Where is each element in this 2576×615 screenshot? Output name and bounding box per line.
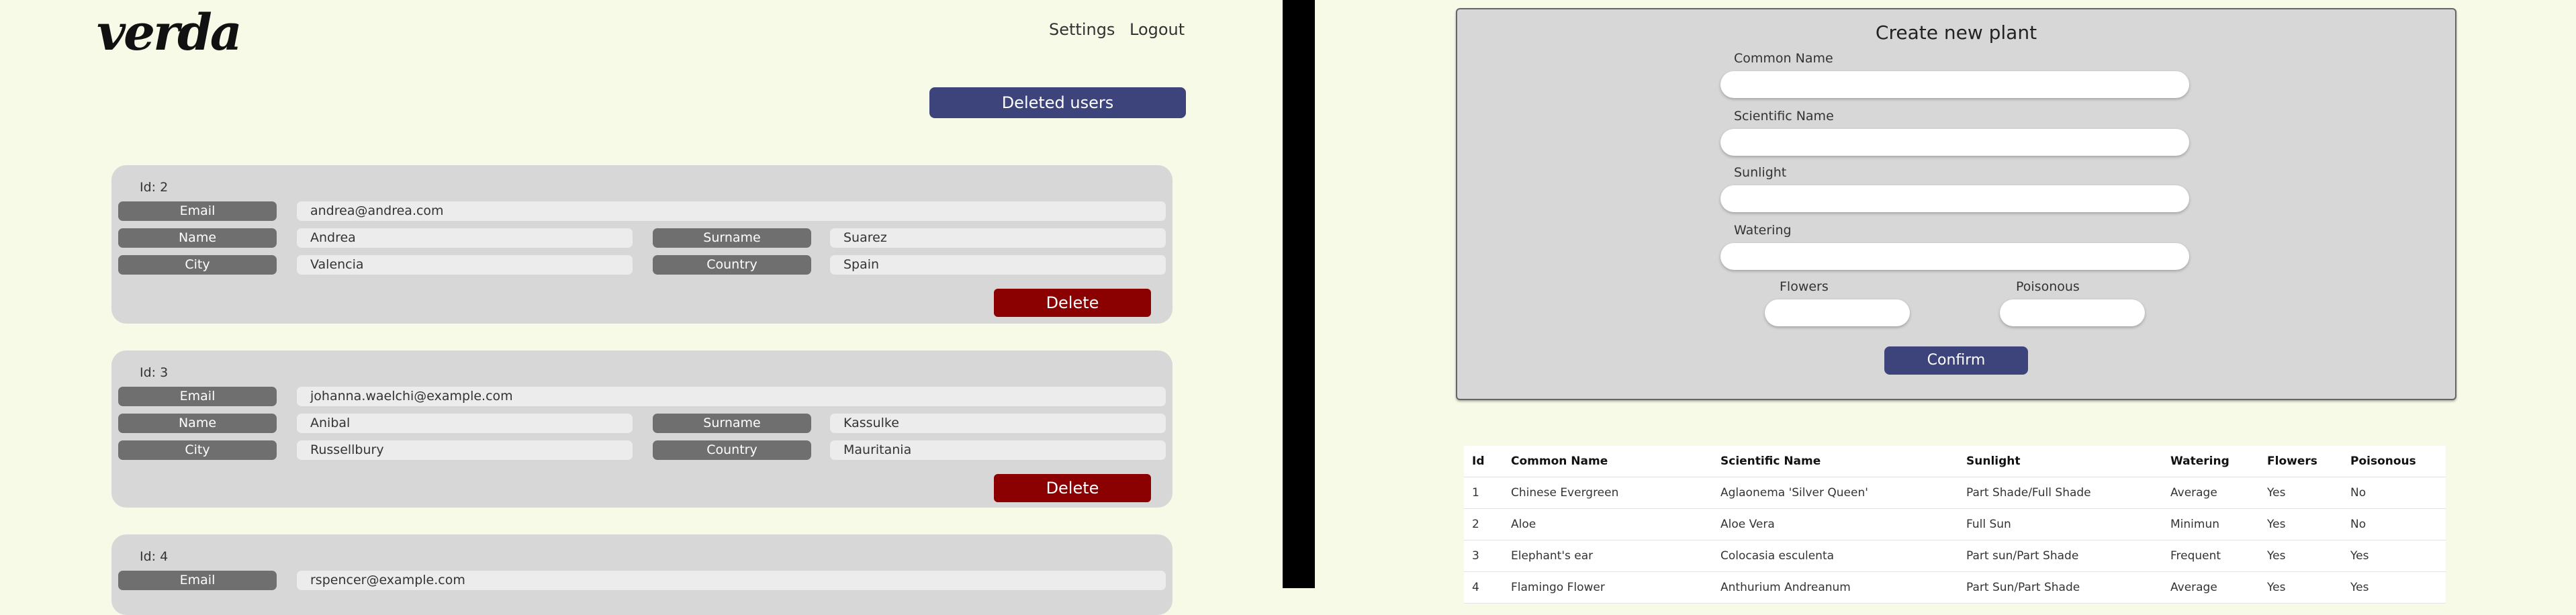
- watering-input[interactable]: [1720, 243, 2189, 270]
- cell-watering: Average: [2170, 486, 2217, 500]
- email-label: Email: [118, 571, 277, 590]
- name-label: Name: [118, 228, 277, 248]
- watering-label: Watering: [1734, 223, 1792, 238]
- logo[interactable]: verda: [97, 8, 242, 58]
- city-label: City: [118, 440, 277, 460]
- email-field[interactable]: andrea@andrea.com: [297, 201, 1166, 221]
- email-label: Email: [118, 201, 277, 221]
- column-header: Scientific Name: [1720, 455, 1821, 468]
- scientific-name-input[interactable]: [1720, 129, 2189, 156]
- scientific-name-label: Scientific Name: [1734, 109, 1834, 124]
- name-field[interactable]: Anibal: [297, 414, 633, 433]
- cell-id: 1: [1472, 486, 1479, 500]
- user-card: Id: 4 Email rspencer@example.com: [111, 534, 1172, 615]
- settings-link[interactable]: Settings: [1049, 20, 1115, 39]
- surname-field[interactable]: Kassulke: [830, 414, 1166, 433]
- sunlight-input[interactable]: [1720, 185, 2189, 212]
- delete-button[interactable]: Delete: [994, 289, 1151, 317]
- flowers-label: Flowers: [1780, 279, 1829, 294]
- cell-id: 3: [1472, 549, 1479, 563]
- cell-common-name: Aloe: [1511, 518, 1536, 531]
- poisonous-label: Poisonous: [2016, 279, 2080, 294]
- plants-panel: Create new plant Common Name Scientific …: [1315, 0, 2576, 604]
- user-id: Id: 3: [140, 365, 169, 380]
- cell-sunlight: Part Sun/Part Shade: [1966, 581, 2080, 594]
- cell-flowers: Yes: [2267, 549, 2286, 563]
- surname-field[interactable]: Suarez: [830, 228, 1166, 248]
- city-field[interactable]: Valencia: [297, 255, 633, 275]
- cell-common-name: Elephant's ear: [1511, 549, 1594, 563]
- users-panel: verda Settings Logout Deleted users Id: …: [0, 0, 1283, 615]
- cell-poisonous: Yes: [2350, 549, 2369, 563]
- city-label: City: [118, 255, 277, 275]
- email-field[interactable]: rspencer@example.com: [297, 571, 1166, 590]
- column-header: Common Name: [1511, 455, 1608, 468]
- name-field[interactable]: Andrea: [297, 228, 633, 248]
- cell-id: 2: [1472, 518, 1479, 531]
- column-header: Flowers: [2267, 455, 2317, 468]
- delete-button[interactable]: Delete: [994, 474, 1151, 502]
- pane-divider: [1283, 0, 1315, 588]
- flowers-input[interactable]: [1765, 299, 1910, 326]
- country-field[interactable]: Spain: [830, 255, 1166, 275]
- table-row[interactable]: 3 Elephant's ear Colocasia esculenta Par…: [1464, 540, 2446, 572]
- cell-scientific-name: Aglaonema 'Silver Queen': [1720, 486, 1868, 500]
- name-label: Name: [118, 414, 277, 433]
- table-header: Id Common Name Scientific Name Sunlight …: [1464, 446, 2446, 477]
- cell-poisonous: Yes: [2350, 581, 2369, 594]
- table-row[interactable]: 2 Aloe Aloe Vera Full Sun Minimun Yes No: [1464, 509, 2446, 540]
- cell-id: 4: [1472, 581, 1479, 594]
- email-label: Email: [118, 387, 277, 406]
- cell-flowers: Yes: [2267, 581, 2286, 594]
- column-header: Sunlight: [1966, 455, 2021, 468]
- cell-poisonous: No: [2350, 518, 2366, 531]
- cell-scientific-name: Aloe Vera: [1720, 518, 1775, 531]
- sunlight-label: Sunlight: [1734, 165, 1787, 180]
- user-id: Id: 4: [140, 549, 169, 564]
- cell-common-name: Flamingo Flower: [1511, 581, 1605, 594]
- cell-scientific-name: Anthurium Andreanum: [1720, 581, 1851, 594]
- form-title: Create new plant: [1875, 21, 2037, 44]
- country-label: Country: [653, 255, 811, 275]
- table-row[interactable]: 1 Chinese Evergreen Aglaonema 'Silver Qu…: [1464, 477, 2446, 509]
- logout-link[interactable]: Logout: [1130, 20, 1185, 39]
- surname-label: Surname: [653, 414, 811, 433]
- plants-table: Id Common Name Scientific Name Sunlight …: [1464, 446, 2446, 604]
- cell-watering: Average: [2170, 581, 2217, 594]
- cell-sunlight: Full Sun: [1966, 518, 2011, 531]
- user-card: Id: 2 Email andrea@andrea.com Name Andre…: [111, 165, 1172, 324]
- common-name-input[interactable]: [1720, 71, 2189, 98]
- cell-scientific-name: Colocasia esculenta: [1720, 549, 1835, 563]
- country-label: Country: [653, 440, 811, 460]
- cell-watering: Minimun: [2170, 518, 2219, 531]
- cell-watering: Frequent: [2170, 549, 2221, 563]
- user-card: Id: 3 Email johanna.waelchi@example.com …: [111, 350, 1172, 508]
- user-id: Id: 2: [140, 180, 169, 195]
- deleted-users-button[interactable]: Deleted users: [929, 87, 1186, 118]
- cell-flowers: Yes: [2267, 518, 2286, 531]
- cell-flowers: Yes: [2267, 486, 2286, 500]
- create-plant-form: Create new plant Common Name Scientific …: [1456, 8, 2456, 400]
- cell-sunlight: Part Shade/Full Shade: [1966, 486, 2091, 500]
- poisonous-input[interactable]: [2000, 299, 2145, 326]
- email-field[interactable]: johanna.waelchi@example.com: [297, 387, 1166, 406]
- cell-common-name: Chinese Evergreen: [1511, 486, 1619, 500]
- cell-poisonous: No: [2350, 486, 2366, 500]
- column-header: Id: [1472, 455, 1485, 468]
- surname-label: Surname: [653, 228, 811, 248]
- column-header: Poisonous: [2350, 455, 2416, 468]
- common-name-label: Common Name: [1734, 51, 1833, 66]
- country-field[interactable]: Mauritania: [830, 440, 1166, 460]
- city-field[interactable]: Russellbury: [297, 440, 633, 460]
- cell-sunlight: Part sun/Part Shade: [1966, 549, 2079, 563]
- column-header: Watering: [2170, 455, 2229, 468]
- confirm-button[interactable]: Confirm: [1884, 346, 2028, 375]
